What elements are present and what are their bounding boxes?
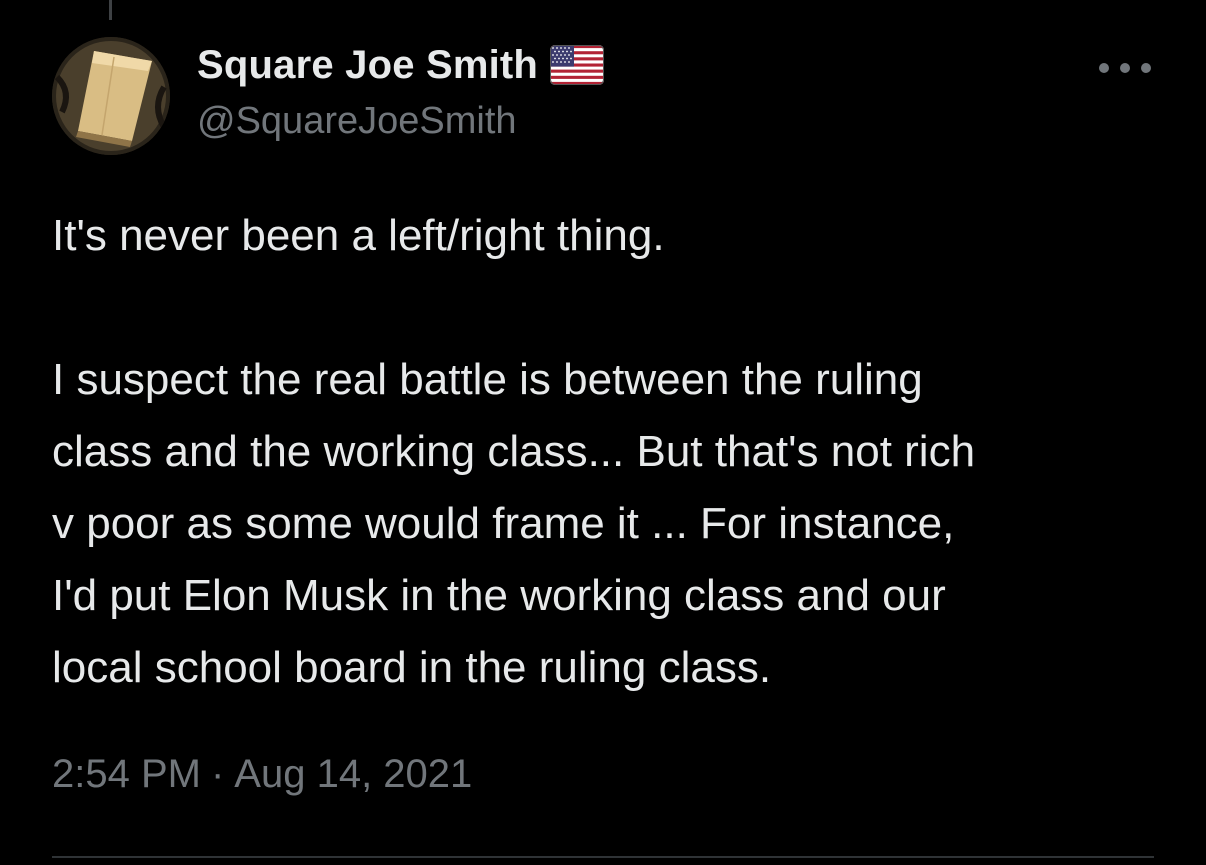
us-flag-icon: [550, 45, 605, 85]
tweet-paragraph-1: It's never been a left/right thing.: [52, 211, 665, 260]
divider: [52, 856, 1154, 858]
tweet-line: I'd put Elon Musk in the working class a…: [52, 571, 946, 620]
avatar[interactable]: [52, 37, 170, 155]
user-handle[interactable]: @SquareJoeSmith: [197, 100, 517, 143]
thread-connector-line: [109, 0, 112, 20]
user-name-row: Square Joe Smith: [197, 40, 605, 90]
tweet-line: local school board in the ruling class.: [52, 643, 772, 692]
tweet-line: v poor as some would frame it ... For in…: [52, 499, 955, 548]
display-name[interactable]: Square Joe Smith: [197, 43, 538, 88]
more-dot: [1141, 63, 1151, 73]
avatar-image: [52, 37, 170, 155]
tweet-time[interactable]: 2:54 PM: [52, 752, 201, 797]
tweet-line: class and the working class... But that'…: [52, 427, 976, 476]
more-options-icon[interactable]: [1099, 50, 1151, 86]
tweet-text: It's never been a left/right thing. I su…: [52, 200, 1182, 704]
more-dot: [1099, 63, 1109, 73]
timestamp-separator: ·: [210, 752, 225, 796]
tweet-date[interactable]: Aug 14, 2021: [234, 752, 472, 797]
more-dot: [1120, 63, 1130, 73]
tweet-line: I suspect the real battle is between the…: [52, 355, 923, 404]
tweet-timestamp: 2:54 PM · Aug 14, 2021: [52, 752, 472, 797]
